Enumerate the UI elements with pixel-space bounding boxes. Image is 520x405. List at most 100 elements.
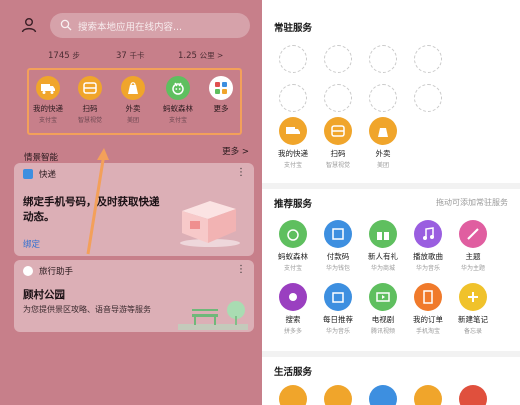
recommend-service-gift[interactable]: 新人有礼 华为商城 — [360, 220, 406, 272]
search-icon — [279, 283, 307, 311]
life-service-icon[interactable] — [459, 385, 487, 405]
life-service-icon[interactable] — [279, 385, 307, 405]
service-sub: 华为商城 — [370, 265, 395, 272]
travel-card[interactable]: 旅行助手 ⋮ 顾村公园 为您提供景区攻略、语音导游等服务 — [14, 260, 254, 332]
service-sub: 华为音乐 — [325, 328, 350, 335]
drag-hint: 拖动可添加常驻服务 — [436, 198, 508, 207]
recommend-service-note[interactable]: 新建笔记 备忘录 — [450, 283, 496, 335]
service-label: 我的订单 — [413, 315, 443, 324]
recommend-service-ant-forest[interactable]: 蚂蚁森林 支付宝 — [270, 220, 316, 272]
service-label: 主题 — [465, 252, 481, 261]
service-label: 电视剧 — [371, 315, 395, 324]
resident-service-express[interactable]: 我的快递 支付宝 — [270, 117, 316, 169]
life-service-icon[interactable] — [414, 385, 442, 405]
recommend-title: 推荐服务 — [274, 199, 313, 210]
quick-item-takeout[interactable]: 外卖 美团 — [111, 76, 155, 124]
more-link[interactable]: 更多 > — [222, 145, 249, 157]
resident-service-takeout[interactable]: 外卖 美团 — [360, 117, 406, 169]
quick-item-ant-forest[interactable]: 蚂蚁森林 支付宝 — [156, 76, 200, 124]
park-illustration — [178, 301, 248, 330]
service-label: 我的快递 — [278, 149, 308, 158]
resident-services-title: 常驻服务 — [274, 23, 313, 34]
health-stats[interactable]: 1745 步 37 千卡 1.25 公里 > — [0, 50, 262, 66]
calories-stat: 37 千卡 — [116, 51, 145, 61]
service-label: 外卖 — [375, 149, 391, 158]
empty-slot[interactable] — [369, 45, 397, 73]
life-service-icon[interactable] — [324, 385, 352, 405]
life-services-title: 生活服务 — [274, 367, 313, 378]
section-title: 情景智能 — [24, 153, 59, 163]
service-label: 播放歌曲 — [413, 252, 443, 261]
package-illustration — [180, 201, 240, 247]
service-sub: 备忘录 — [463, 328, 482, 335]
takeout-icon — [369, 117, 397, 145]
service-label: 每日推荐 — [323, 315, 353, 324]
service-sub: 腾讯视频 — [370, 328, 395, 335]
service-sub: 华为主题 — [460, 265, 485, 272]
card-menu-icon[interactable]: ⋮ — [236, 167, 246, 178]
park-name: 顾村公园 — [23, 289, 65, 301]
user-avatar-icon[interactable] — [21, 17, 37, 33]
calendar-icon — [324, 283, 352, 311]
service-sub: 华为钱包 — [325, 265, 350, 272]
quick-item-more[interactable]: 更多 — [199, 76, 243, 114]
empty-slot[interactable] — [369, 84, 397, 112]
resident-service-scan[interactable]: 扫码 智慧视觉 — [315, 117, 361, 169]
music-icon — [414, 220, 442, 248]
annotation-arrow — [86, 148, 109, 255]
paycode-icon — [324, 220, 352, 248]
quick-item-express[interactable]: 我的快递 支付宝 — [26, 76, 70, 124]
empty-slot[interactable] — [414, 84, 442, 112]
service-sub: 拼多多 — [283, 328, 302, 335]
search-placeholder: 搜索本地应用在线内容... — [78, 22, 183, 33]
distance-stat: 1.25 公里 > — [178, 51, 224, 61]
empty-slot[interactable] — [324, 45, 352, 73]
card-header-label: 快递 — [39, 170, 57, 180]
service-sub: 手机淘宝 — [415, 328, 440, 335]
recommend-service-orders[interactable]: 我的订单 手机淘宝 — [405, 283, 451, 335]
park-description: 为您提供景区攻略、语音导游等服务 — [23, 305, 151, 314]
service-sub: 美团 — [376, 162, 389, 169]
steps-stat: 1745 步 — [48, 51, 80, 61]
forest-icon — [279, 220, 307, 248]
quick-item-label: 扫码 — [82, 104, 98, 113]
empty-slot[interactable] — [279, 84, 307, 112]
smart-scene-header: 情景智能 更多 > — [24, 145, 249, 163]
quick-item-sub: 支付宝 — [38, 117, 57, 124]
empty-slot[interactable] — [414, 45, 442, 73]
empty-slot[interactable] — [324, 84, 352, 112]
bind-button[interactable]: 绑定 — [23, 238, 40, 250]
quick-item-sub: 美团 — [126, 117, 139, 124]
scan-icon — [78, 76, 102, 100]
service-label: 扫码 — [330, 149, 346, 158]
recommend-service-tv[interactable]: 电视剧 腾讯视频 — [360, 283, 406, 335]
recommend-service-theme[interactable]: 主题 华为主题 — [450, 220, 496, 272]
recommend-service-search[interactable]: 搜索 拼多多 — [270, 283, 316, 335]
forest-icon — [166, 76, 190, 100]
quick-item-scan[interactable]: 扫码 智慧视觉 — [68, 76, 112, 124]
quick-item-label: 更多 — [213, 104, 229, 113]
service-sub: 支付宝 — [283, 265, 302, 272]
empty-slot[interactable] — [279, 45, 307, 73]
quick-item-sub: 支付宝 — [168, 117, 187, 124]
recommend-service-music[interactable]: 播放歌曲 华为音乐 — [405, 220, 451, 272]
service-sub: 智慧视觉 — [325, 162, 350, 169]
top-bar: 搜索本地应用在线内容... — [0, 0, 262, 44]
truck-icon — [36, 76, 60, 100]
quick-item-sub: 智慧视觉 — [77, 117, 102, 124]
service-label: 搜索 — [285, 315, 301, 324]
recommend-service-paycode[interactable]: 付款码 华为钱包 — [315, 220, 361, 272]
service-sub: 华为音乐 — [415, 265, 440, 272]
recommend-service-daily[interactable]: 每日推荐 华为音乐 — [315, 283, 361, 335]
quick-item-label: 蚂蚁森林 — [163, 104, 193, 113]
assistant-panel: 搜索本地应用在线内容... 1745 步 37 千卡 1.25 公里 > 我的快… — [0, 0, 262, 405]
tv-icon — [369, 283, 397, 311]
search-input[interactable]: 搜索本地应用在线内容... — [50, 13, 250, 38]
card-menu-icon[interactable]: ⋮ — [236, 264, 246, 275]
gift-icon — [369, 220, 397, 248]
service-sub: 支付宝 — [283, 162, 302, 169]
express-card[interactable]: 快递 ⋮ 绑定手机号码，及时获取快递动态。 绑定 — [14, 163, 254, 256]
service-label: 蚂蚁森林 — [278, 252, 308, 261]
life-service-icon[interactable] — [369, 385, 397, 405]
truck-icon — [279, 117, 307, 145]
